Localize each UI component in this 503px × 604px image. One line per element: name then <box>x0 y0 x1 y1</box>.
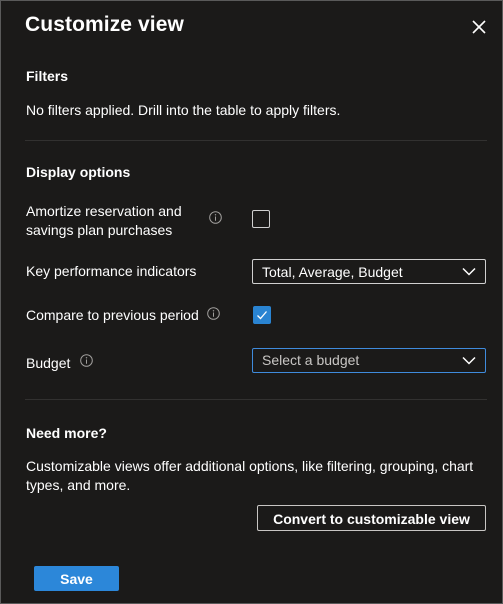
chevron-down-icon <box>462 267 476 276</box>
kpi-dropdown-value: Total, Average, Budget <box>262 264 403 280</box>
kpi-label: Key performance indicators <box>26 263 197 279</box>
divider <box>25 399 487 400</box>
budget-dropdown[interactable]: Select a budget <box>252 348 486 373</box>
save-button[interactable]: Save <box>34 566 119 591</box>
kpi-dropdown[interactable]: Total, Average, Budget <box>252 259 486 284</box>
need-more-heading: Need more? <box>26 425 107 441</box>
panel-title: Customize view <box>25 13 184 36</box>
display-options-heading: Display options <box>26 164 131 180</box>
budget-label: Budget <box>26 355 71 371</box>
amortize-label-line2: savings plan purchases <box>26 222 173 238</box>
close-icon[interactable] <box>469 17 489 37</box>
chevron-down-icon <box>462 356 476 365</box>
amortize-checkbox[interactable] <box>252 210 270 228</box>
amortize-label-line1: Amortize reservation and <box>26 203 182 219</box>
filters-heading: Filters <box>26 68 69 84</box>
customize-view-panel: Customize view Filters No filters applie… <box>0 0 503 604</box>
divider <box>25 140 487 141</box>
compare-label: Compare to previous period <box>26 307 199 323</box>
info-icon[interactable] <box>207 307 220 320</box>
budget-dropdown-placeholder: Select a budget <box>262 352 360 368</box>
info-icon[interactable] <box>80 354 93 367</box>
convert-to-customizable-view-button[interactable]: Convert to customizable view <box>257 505 486 531</box>
need-more-description-line1: Customizable views offer additional opti… <box>26 458 474 474</box>
need-more-description-line2: types, and more. <box>26 477 131 493</box>
info-icon[interactable] <box>209 211 222 224</box>
filters-message: No filters applied. Drill into the table… <box>26 102 341 118</box>
compare-checkbox[interactable] <box>253 306 271 324</box>
checkmark-icon <box>257 311 267 320</box>
